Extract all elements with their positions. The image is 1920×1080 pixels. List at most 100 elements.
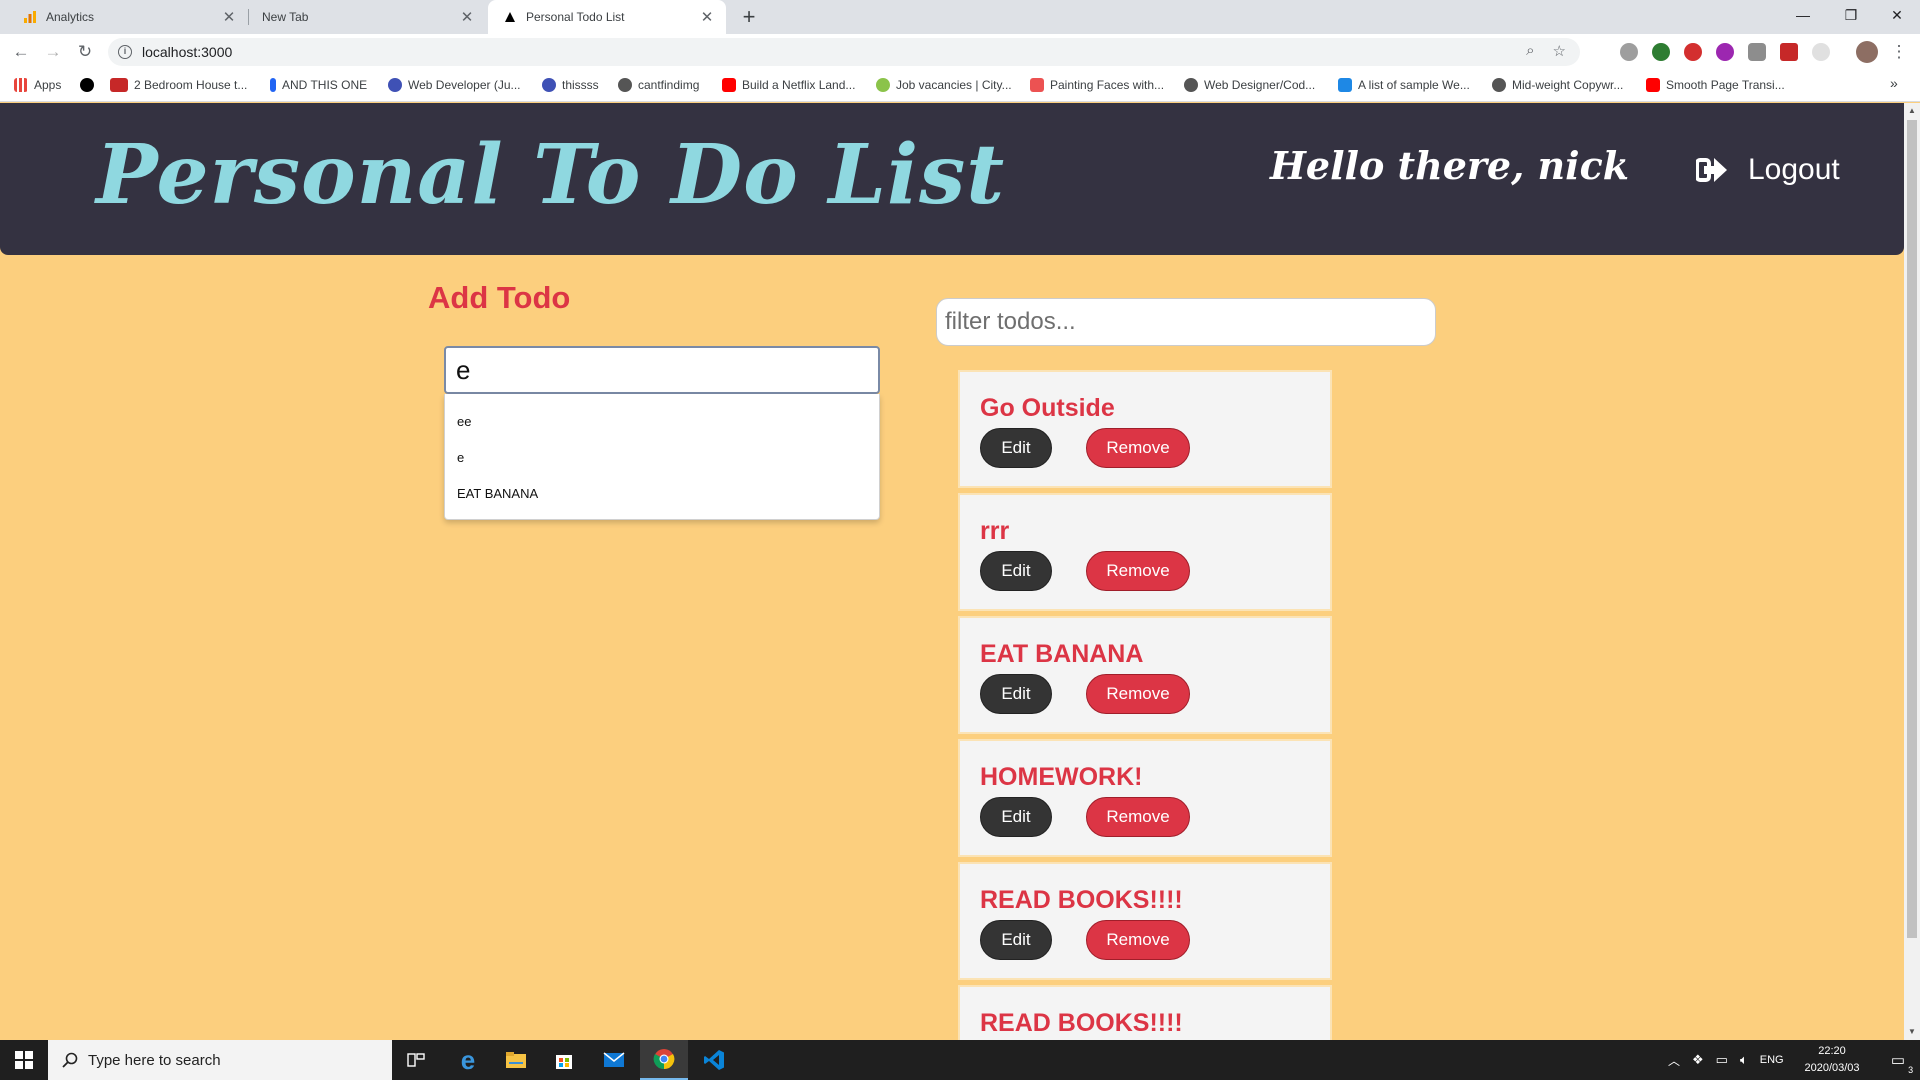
bookmark-item[interactable]: 2 Bedroom House t... [110,78,247,92]
minimize-window-icon[interactable]: — [1780,0,1826,30]
edit-button[interactable]: Edit [980,428,1052,468]
adblock-icon[interactable] [1684,43,1702,61]
logout-button[interactable]: Logout [1696,153,1840,187]
back-arrow-icon[interactable]: ← [8,39,34,65]
bookmark-label: A list of sample We... [1358,78,1470,92]
document-icon [1338,78,1352,92]
microsoft-store-icon[interactable] [540,1040,588,1080]
extension-icon[interactable] [1716,43,1734,61]
logout-label: Logout [1748,153,1840,186]
notification-icon: ▭ 3 [1890,1052,1914,1075]
youtube-icon [722,78,736,92]
bookmark-item[interactable]: Job vacancies | City... [876,78,1012,92]
tab-personal-todo-list[interactable]: Personal Todo List ✕ [488,0,726,34]
filter-todos-input[interactable] [936,298,1436,346]
close-window-icon[interactable]: ✕ [1874,0,1920,30]
todo-title: HOMEWORK! [980,763,1143,791]
bookmark-item[interactable]: cantfindimg [618,78,699,92]
bookmark-item[interactable]: Web Developer (Ju... [388,78,521,92]
remove-button[interactable]: Remove [1086,797,1190,837]
address-bar[interactable]: i localhost:3000 ⌕ ☆ [108,38,1580,66]
analytics-icon [22,9,38,25]
tab-label: Personal Todo List [526,10,625,24]
extension-icon[interactable] [1620,43,1638,61]
remove-button[interactable]: Remove [1086,428,1190,468]
close-tab-icon[interactable]: ✕ [696,8,718,26]
edit-button[interactable]: Edit [980,551,1052,591]
tab-label: Analytics [46,10,95,24]
close-tab-icon[interactable]: ✕ [456,8,478,26]
restore-window-icon[interactable]: ❐ [1828,0,1874,30]
bookmark-item[interactable]: Smooth Page Transi... [1646,78,1785,92]
extension-icon[interactable] [1652,43,1670,61]
task-view-icon[interactable] [392,1040,440,1080]
windows-start-button[interactable] [0,1040,48,1080]
vscode-icon[interactable] [690,1040,738,1080]
bookmark-star-icon[interactable]: ☆ [1553,42,1566,60]
mail-icon[interactable] [590,1040,638,1080]
bookmark-item[interactable]: Mid-weight Copywr... [1492,78,1623,92]
bookmark-apps[interactable]: Apps [14,78,61,92]
bookmark-item[interactable]: AND THIS ONE [270,78,367,92]
bookmark-item[interactable]: Build a Netflix Land... [722,78,855,92]
shield-icon[interactable] [1748,43,1766,61]
extension-icon[interactable] [1780,43,1798,61]
todo-title: Go Outside [980,394,1115,422]
bookmarks-overflow-button[interactable]: » [1890,75,1898,91]
dropbox-icon[interactable]: ❖ [1692,1052,1704,1068]
autocomplete-option[interactable]: e [457,450,464,465]
system-tray: ︿ ❖ ▭ 🔈︎ ENG [1668,1040,1784,1080]
tab-new-tab[interactable]: New Tab ✕ [248,0,486,34]
bookmark-label: Web Designer/Cod... [1204,78,1316,92]
scroll-down-arrow-icon[interactable]: ▼ [1904,1024,1920,1040]
autocomplete-option[interactable]: ee [457,414,471,429]
globe-icon [1492,78,1506,92]
file-explorer-icon[interactable] [492,1040,540,1080]
extension-icon[interactable] [1812,43,1830,61]
todo-title: EAT BANANA [980,640,1144,668]
network-icon[interactable]: ▭ [1716,1052,1728,1068]
edge-browser-icon[interactable]: e [444,1040,492,1080]
scroll-up-arrow-icon[interactable]: ▲ [1904,103,1920,119]
zoom-icon[interactable]: ⌕ [1526,42,1534,60]
browser-menu-icon[interactable]: ⋮ [1886,39,1912,65]
tab-analytics[interactable]: Analytics ✕ [8,0,248,34]
bookmark-item[interactable]: A list of sample We... [1338,78,1470,92]
close-tab-icon[interactable]: ✕ [218,8,240,26]
todo-card: Go Outside Edit Remove [958,370,1332,488]
show-hidden-icons-chevron-icon[interactable]: ︿ [1668,1052,1680,1069]
action-center-button[interactable]: ▭ 3 [1880,1040,1916,1080]
bookmark-item[interactable]: thissss [542,78,599,92]
taskbar-search-box[interactable]: Type here to search [48,1040,392,1080]
forward-arrow-icon[interactable]: → [40,39,66,65]
chrome-icon[interactable] [640,1040,688,1080]
bookmark-label: Build a Netflix Land... [742,78,856,92]
bookmark-item[interactable]: Painting Faces with... [1030,78,1164,92]
autocomplete-option[interactable]: EAT BANANA [457,486,538,501]
bookmark-label: cantfindimg [638,78,700,92]
edit-button[interactable]: Edit [980,797,1052,837]
notification-count-badge: 3 [1908,1065,1914,1075]
add-todo-input[interactable] [444,346,880,394]
bookmark-label: Apps [34,78,62,92]
edit-button[interactable]: Edit [980,674,1052,714]
bookmark-item[interactable]: Web Designer/Cod... [1184,78,1315,92]
edit-button[interactable]: Edit [980,920,1052,960]
language-indicator[interactable]: ENG [1760,1054,1784,1066]
bookmark-item[interactable] [80,78,100,92]
bookmark-label: AND THIS ONE [282,78,368,92]
globe-icon [618,78,632,92]
remove-button[interactable]: Remove [1086,674,1190,714]
remove-button[interactable]: Remove [1086,551,1190,591]
site-info-icon[interactable]: i [118,45,132,59]
property24-icon [110,78,128,92]
taskbar-clock[interactable]: 22:20 2020/03/03 [1792,1043,1872,1077]
scrollbar-thumb[interactable] [1907,120,1917,938]
new-tab-button[interactable]: + [736,4,762,30]
reload-icon[interactable]: ↻ [72,39,98,65]
volume-icon[interactable]: 🔈︎ [1740,1052,1748,1068]
bookmark-label: Job vacancies | City... [896,78,1012,92]
windows-taskbar: Type here to search e ︿ ❖ ▭ 🔈︎ ENG 22:20… [0,1040,1920,1080]
profile-avatar[interactable] [1856,41,1878,63]
remove-button[interactable]: Remove [1086,920,1190,960]
